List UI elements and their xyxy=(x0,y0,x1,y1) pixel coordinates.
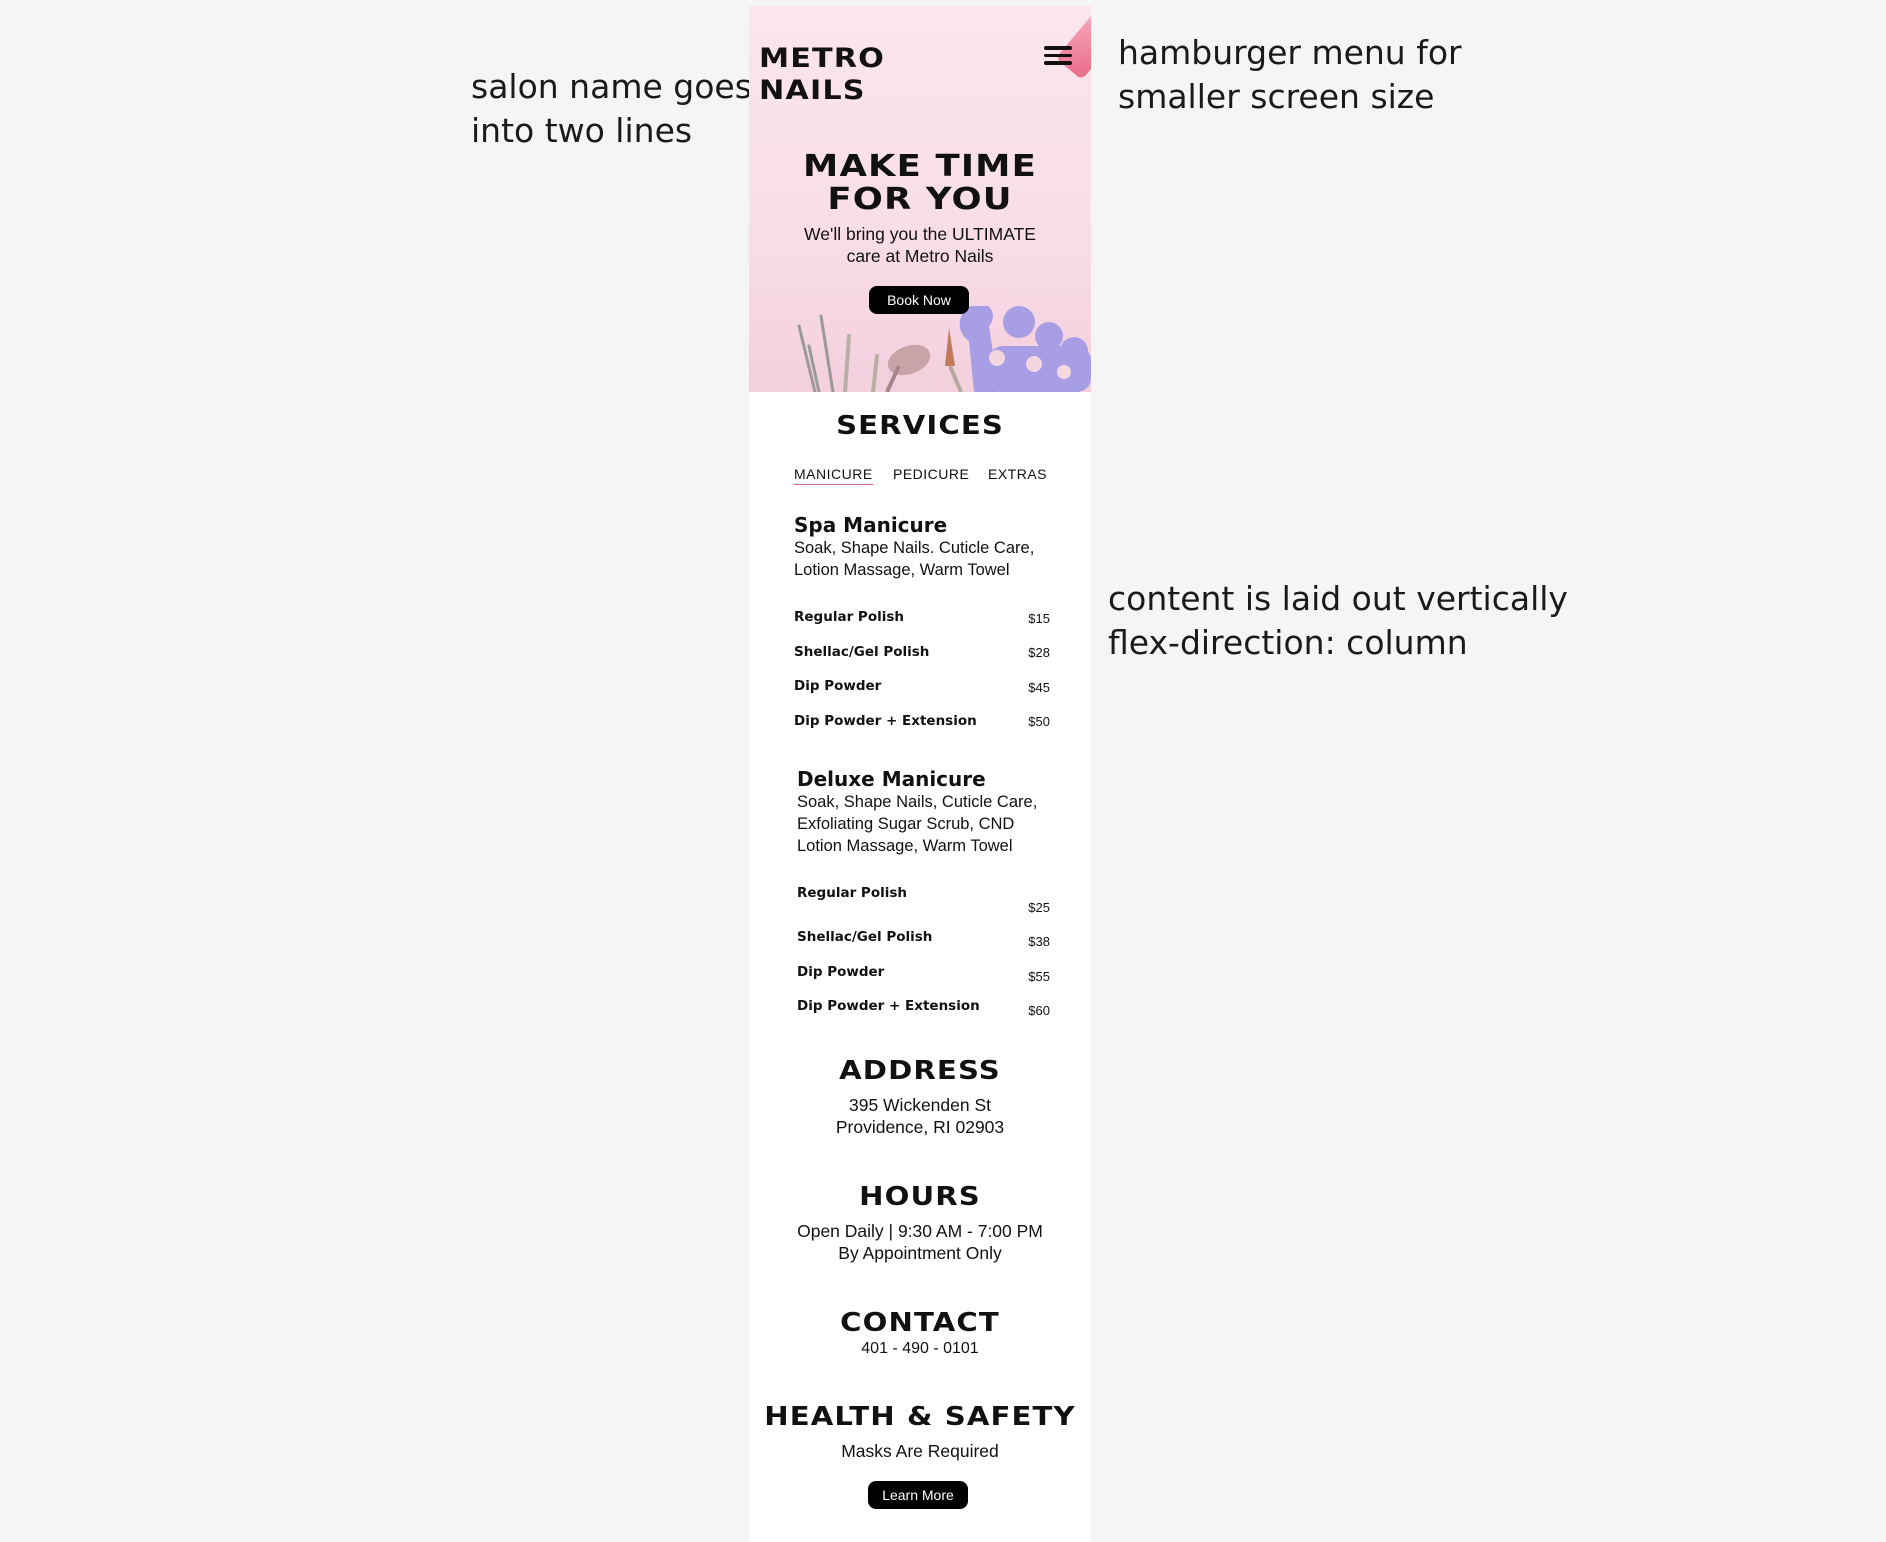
contact-section: CONTACT 401 - 490 - 0101 xyxy=(749,1308,1091,1360)
annotation-line: flex-direction: column xyxy=(1108,623,1468,662)
price-option-name: Dip Powder xyxy=(797,964,885,980)
hero-title: MAKE TIME FOR YOU xyxy=(749,150,1091,216)
tab-manicure[interactable]: MANICURE xyxy=(794,466,873,485)
services-title: SERVICES xyxy=(836,411,1004,441)
address-line: 395 Wickenden St xyxy=(848,1095,992,1115)
hours-line: By Appointment Only xyxy=(838,1243,1002,1263)
hero-title-line: FOR YOU xyxy=(827,182,1013,217)
price-value: $45 xyxy=(1028,680,1050,695)
logo-line: NAILS xyxy=(759,75,866,106)
address-text: 395 Wickenden St Providence, RI 02903 xyxy=(749,1094,1091,1138)
mobile-page: METRO NAILS MAKE TIME FOR YOU We'll brin… xyxy=(749,6,1091,1542)
hours-line: Open Daily | 9:30 AM - 7:00 PM xyxy=(797,1221,1043,1241)
health-safety-title: HEALTH & SAFETY xyxy=(764,1402,1076,1432)
annotation-line: content is laid out vertically xyxy=(1108,579,1568,618)
salon-logo[interactable]: METRO NAILS xyxy=(759,43,885,107)
description-line: Soak, Shape Nails, Cuticle Care, xyxy=(797,793,1038,811)
address-title: ADDRESS xyxy=(839,1056,1001,1086)
hero-subtitle-line: We'll bring you the ULTIMATE xyxy=(804,224,1036,244)
description-line: Lotion Massage, Warm Towel xyxy=(797,837,1013,855)
address-line: Providence, RI 02903 xyxy=(835,1117,1005,1137)
learn-more-button[interactable]: Learn More xyxy=(868,1481,968,1509)
address-section: ADDRESS 395 Wickenden St Providence, RI … xyxy=(749,1056,1091,1138)
price-option-name: Shellac/Gel Polish xyxy=(797,929,933,945)
annotation-line: salon name goes xyxy=(471,67,752,106)
hero-subtitle-line: care at Metro Nails xyxy=(846,246,994,266)
price-value: $60 xyxy=(1028,1003,1050,1018)
price-value: $28 xyxy=(1028,645,1050,660)
price-value: $15 xyxy=(1028,611,1050,626)
annotation-layout: content is laid out vertically flex-dire… xyxy=(1108,577,1568,665)
service-name: Spa Manicure xyxy=(794,513,948,537)
annotation-line: smaller screen size xyxy=(1118,77,1435,116)
tab-extras[interactable]: EXTRAS xyxy=(988,466,1047,482)
hero-subtitle: We'll bring you the ULTIMATE care at Met… xyxy=(749,223,1091,267)
annotation-hamburger: hamburger menu for smaller screen size xyxy=(1118,31,1462,119)
description-line: Exfoliating Sugar Scrub, CND xyxy=(797,815,1015,833)
health-safety-section: HEALTH & SAFETY Masks Are Required xyxy=(749,1402,1091,1462)
price-option-name: Shellac/Gel Polish xyxy=(794,644,930,660)
annotation-salon-name: salon name goes into two lines xyxy=(471,65,752,153)
annotation-line: into two lines xyxy=(471,111,693,150)
hours-section: HOURS Open Daily | 9:30 AM - 7:00 PM By … xyxy=(749,1182,1091,1264)
annotation-line: hamburger menu for xyxy=(1118,33,1462,72)
hamburger-icon[interactable] xyxy=(1044,46,1072,68)
tab-pedicure[interactable]: PEDICURE xyxy=(893,466,969,482)
hours-title: HOURS xyxy=(859,1182,981,1212)
price-value: $55 xyxy=(1028,969,1050,984)
price-option-name: Regular Polish xyxy=(794,609,904,625)
price-value: $38 xyxy=(1028,934,1050,949)
manicure-tools-image xyxy=(797,306,1091,392)
hero-title-line: MAKE TIME xyxy=(803,149,1037,184)
price-option-name: Regular Polish xyxy=(797,885,907,901)
service-description: Soak, Shape Nails, Cuticle Care, Exfolia… xyxy=(797,791,1067,857)
service-description: Soak, Shape Nails. Cuticle Care, Lotion … xyxy=(794,537,1064,581)
contact-title: CONTACT xyxy=(840,1308,1000,1338)
logo-line: METRO xyxy=(759,43,885,74)
description-line: Soak, Shape Nails. Cuticle Care, xyxy=(794,539,1035,557)
service-card-spa-manicure: Spa Manicure Soak, Shape Nails. Cuticle … xyxy=(794,513,1064,729)
phone-number[interactable]: 401 - 490 - 0101 xyxy=(749,1338,1091,1360)
price-option-name: Dip Powder + Extension xyxy=(794,713,977,729)
price-value: $50 xyxy=(1028,714,1050,729)
price-option-name: Dip Powder xyxy=(794,678,882,694)
book-now-button[interactable]: Book Now xyxy=(869,286,969,314)
health-safety-text: Masks Are Required xyxy=(841,1441,999,1461)
price-option-name: Dip Powder + Extension xyxy=(797,998,980,1014)
hours-text: Open Daily | 9:30 AM - 7:00 PM By Appoin… xyxy=(749,1220,1091,1264)
description-line: Lotion Massage, Warm Towel xyxy=(794,561,1010,579)
service-name: Deluxe Manicure xyxy=(797,767,986,791)
hero-section: METRO NAILS MAKE TIME FOR YOU We'll brin… xyxy=(749,6,1091,392)
service-card-deluxe-manicure: Deluxe Manicure Soak, Shape Nails, Cutic… xyxy=(797,767,1067,1018)
price-value: $25 xyxy=(1028,900,1050,915)
